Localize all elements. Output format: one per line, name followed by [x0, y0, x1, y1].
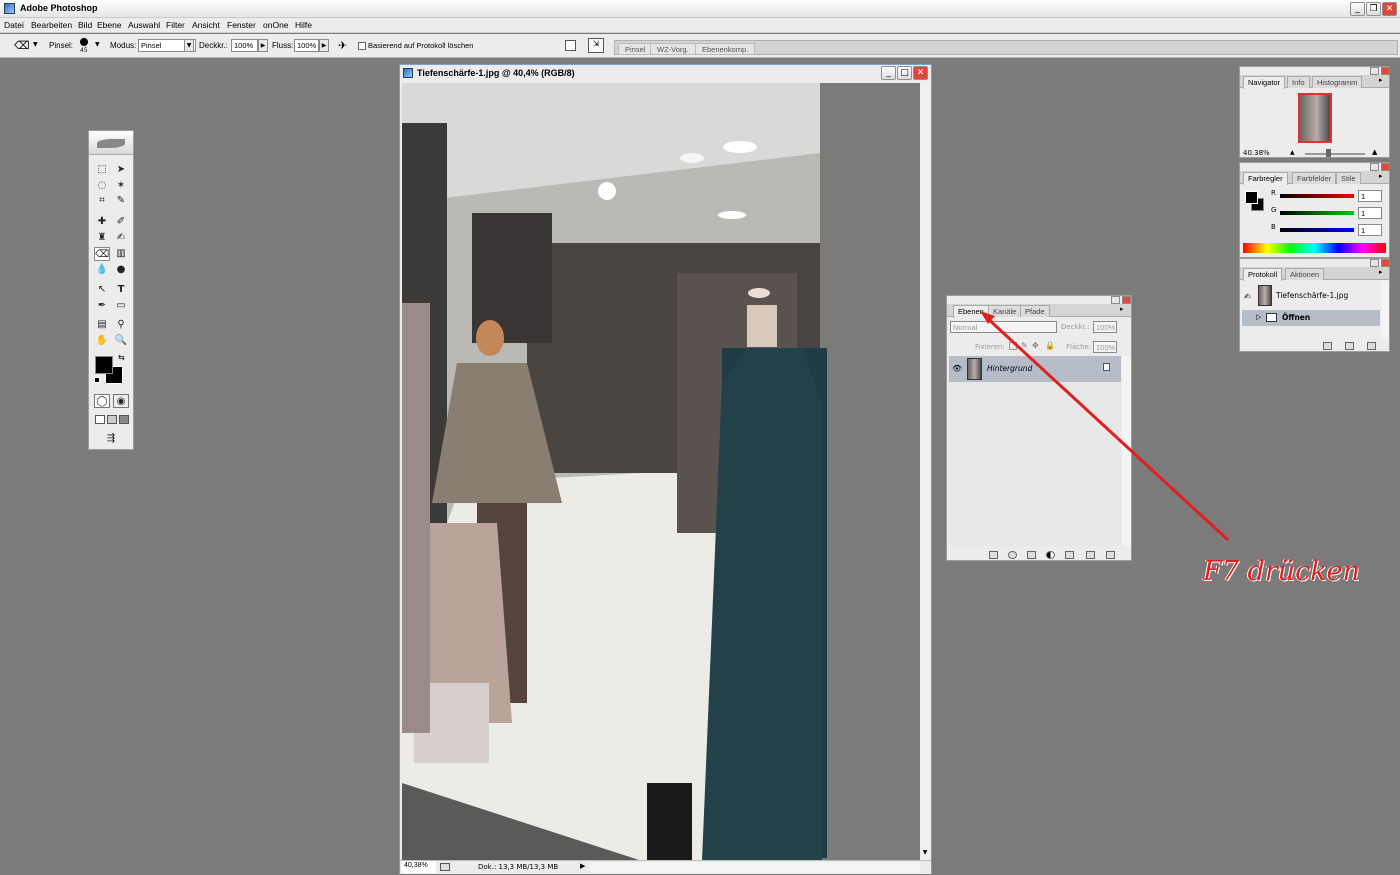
foreground-color-swatch[interactable]	[95, 356, 113, 374]
color-foreground-swatch[interactable]	[1245, 191, 1258, 204]
annotation-arrow	[980, 311, 1230, 542]
annotation-label: F7 drücken	[1203, 556, 1360, 587]
